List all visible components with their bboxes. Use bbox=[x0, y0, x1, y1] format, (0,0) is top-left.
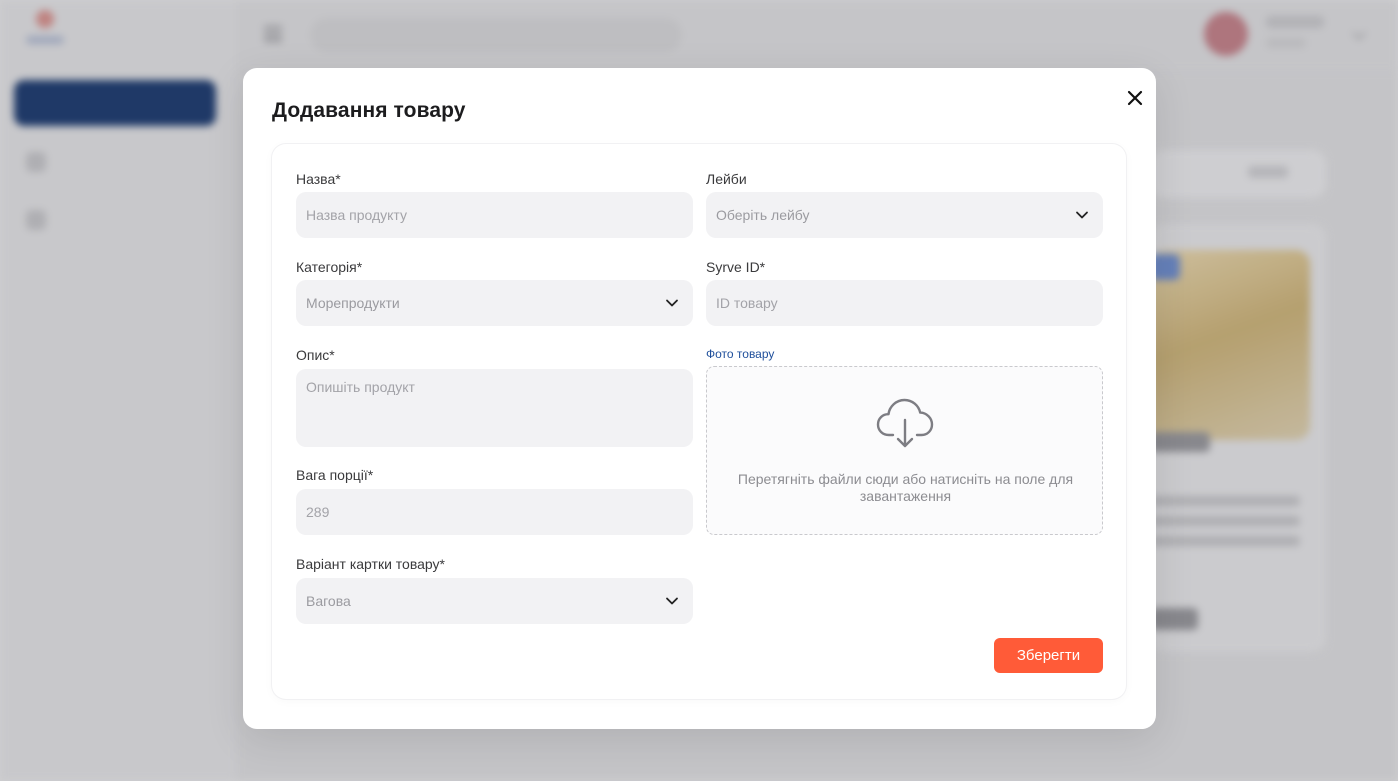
photo-label: Фото товару bbox=[706, 347, 775, 361]
description-label: Опис* bbox=[296, 347, 335, 363]
labels-select[interactable]: Оберіть лейбу bbox=[706, 192, 1103, 238]
photo-dropzone[interactable]: Перетягніть файли сюди або натисніть на … bbox=[706, 366, 1103, 535]
name-input[interactable] bbox=[296, 192, 693, 238]
weight-input[interactable] bbox=[296, 489, 693, 535]
chevron-down-icon bbox=[1076, 211, 1088, 219]
chevron-down-icon bbox=[666, 597, 678, 605]
category-label: Категорія* bbox=[296, 259, 363, 275]
modal-title: Додавання товару bbox=[272, 99, 466, 122]
cloud-download-icon bbox=[876, 398, 934, 448]
syrve-id-label: Syrve ID* bbox=[706, 259, 766, 275]
save-button[interactable]: Зберегти bbox=[994, 638, 1103, 673]
category-select-value: Морепродукти bbox=[306, 295, 400, 311]
labels-label: Лейби bbox=[706, 171, 747, 187]
add-product-modal: Додавання товару Назва* Лейби Оберіть ле… bbox=[243, 68, 1156, 729]
syrve-id-input[interactable] bbox=[706, 280, 1103, 326]
dropzone-hint: Перетягніть файли сюди або натисніть на … bbox=[737, 471, 1074, 504]
card-variant-label: Варіант картки товару* bbox=[296, 556, 445, 572]
card-variant-select-value: Вагова bbox=[306, 593, 351, 609]
product-form: Назва* Лейби Оберіть лейбу Категорія* Мо… bbox=[272, 144, 1126, 699]
name-label: Назва* bbox=[296, 171, 341, 187]
chevron-down-icon bbox=[666, 299, 678, 307]
description-textarea[interactable] bbox=[296, 369, 693, 447]
card-variant-select[interactable]: Вагова bbox=[296, 578, 693, 624]
labels-select-value: Оберіть лейбу bbox=[716, 207, 810, 223]
category-select[interactable]: Морепродукти bbox=[296, 280, 693, 326]
close-button[interactable] bbox=[1123, 86, 1147, 110]
weight-label: Вага порції* bbox=[296, 467, 374, 483]
close-icon bbox=[1127, 90, 1143, 106]
